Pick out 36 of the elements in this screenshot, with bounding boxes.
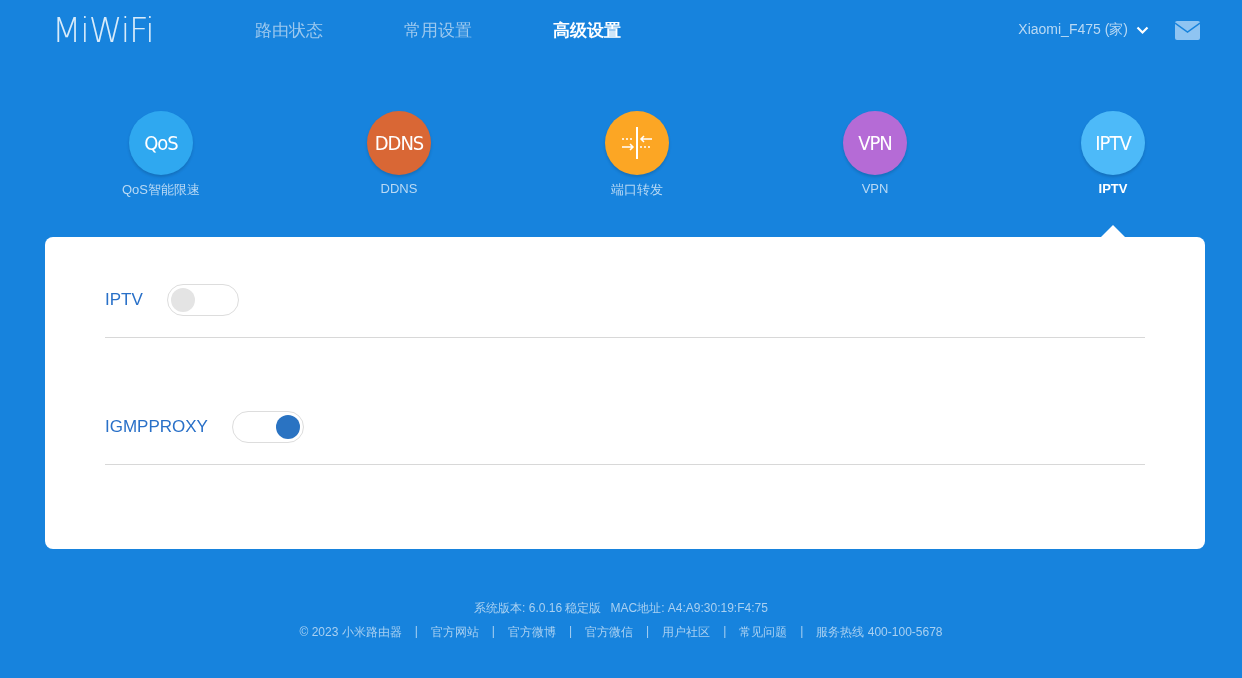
setting-label: IPTV <box>105 290 143 310</box>
footer-link[interactable]: 官方微信 <box>585 624 634 641</box>
feature-label[interactable]: 端口转发 <box>611 181 663 199</box>
nav-tab[interactable]: 路由状态 <box>255 18 323 42</box>
logo: MiWiFi <box>52 10 155 50</box>
feature-icon[interactable]: DDNS <box>367 111 431 175</box>
feature-icon[interactable]: IPTV <box>1081 111 1145 175</box>
version-text: 系统版本: 6.0.16 稳定版 <box>474 600 602 617</box>
separator: | <box>723 624 727 640</box>
nav-tab[interactable]: 高级设置 <box>553 18 621 42</box>
separator: | <box>414 624 418 640</box>
separator: | <box>646 624 650 640</box>
feature-icon[interactable]: VPN <box>843 111 907 175</box>
router-selector[interactable]: Xiaomi_F475 (家) <box>1018 21 1149 39</box>
footer-link[interactable]: 服务热线 400-100-5678 <box>816 624 943 641</box>
toggle-switch[interactable] <box>231 411 304 443</box>
copyright-text: © 2023 小米路由器 <box>299 624 402 641</box>
caret-icon[interactable] <box>1136 25 1149 35</box>
footer-link[interactable]: 常见问题 <box>739 624 788 641</box>
separator: | <box>568 624 573 640</box>
separator: | <box>491 624 495 640</box>
feature-label[interactable]: IPTV <box>1098 181 1128 196</box>
feature-icon[interactable]: QoS <box>129 111 193 175</box>
port-forward-icon[interactable] <box>605 111 669 175</box>
setting-label: IGMPPROXY <box>105 417 208 437</box>
nav-tab[interactable]: 常用设置 <box>404 18 472 42</box>
toggle-switch[interactable] <box>166 284 239 316</box>
feature-label[interactable]: VPN <box>861 181 889 196</box>
footer-link[interactable]: 官方网站 <box>430 624 479 641</box>
mail-icon[interactable] <box>1175 20 1200 40</box>
footer-link[interactable]: 用户社区 <box>662 624 711 641</box>
feature-label[interactable]: QoS智能限速 <box>122 181 200 199</box>
mac-address: MAC地址: A4:A9:30:19:F4:75 <box>610 600 768 617</box>
feature-label[interactable]: DDNS <box>380 181 418 196</box>
footer-link[interactable]: 官方微博 <box>507 624 556 641</box>
separator: | <box>800 624 804 640</box>
